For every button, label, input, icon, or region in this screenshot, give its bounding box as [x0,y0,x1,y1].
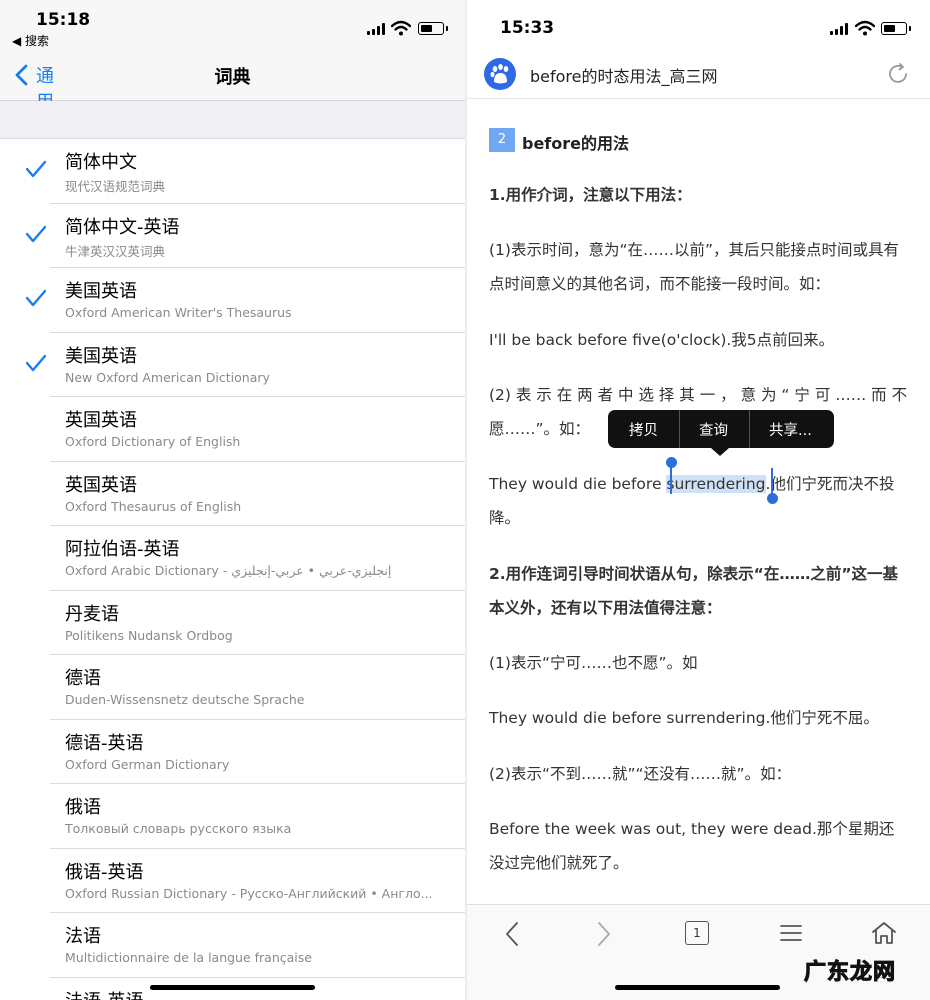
page-title: 词典 [214,67,251,88]
dictionary-source: Oxford American Writer's Thesaurus [65,305,292,320]
dictionary-source: New Oxford American Dictionary [65,369,270,385]
navigation-bar: 15:18 ◀ 搜索 通用 词典 [0,0,465,113]
checkmark-icon [25,225,47,242]
example-text-before: They would die before [489,475,667,493]
checkmark-icon [25,289,47,307]
dictionary-name: 美国英语 [65,345,137,367]
dictionary-row[interactable]: 俄语-英语 Oxford Russian Dictionary - Русско-… [0,849,465,913]
selection-end-line [771,468,773,496]
browser-screen: 15:33 before的时态用法_高三网 2 before的用法 1.用作介词… [467,0,930,1000]
example-sentence-2: They would die before surrendering.他们宁死而… [489,467,908,535]
section-title: before的用法 [522,134,630,153]
selection-start-line [670,466,672,494]
heading-preposition-usage: 1.用作介词，注意以下用法： [489,186,692,204]
home-indicator[interactable] [615,985,780,990]
dictionary-name: 法语 [65,926,101,947]
dictionary-name: 阿拉伯语-英语 [65,539,180,560]
heading-conjunction-usage: 2.用作连词引导时间状语从句，除表示“在……之前”这一基本义外，还有以下用法值得… [489,565,899,617]
dictionary-row[interactable]: 德语 Duden-Wissensnetz deutsche Sprache [0,655,465,720]
checkmark-icon [25,354,47,371]
paragraph-time-usage: (1)表示时间，意为“在……以前”，其后只能接点时间或具有点时间意义的其他名词，… [489,241,900,293]
dictionary-source: Multidictionnaire de la langue française [65,950,312,965]
paragraph-not-yet: (2)表示“不到……就”“还没有……就”。如： [489,765,792,783]
reload-icon[interactable] [886,62,910,86]
lookup-menu-item[interactable]: 查询 [699,419,728,440]
selection-start-handle[interactable] [666,457,677,468]
cellular-signal-icon [830,23,850,35]
example-sentence-4: Before the week was out, they were dead.… [489,820,895,872]
dictionary-source: Duden-Wissensnetz deutsche Sprache [65,692,305,707]
dictionary-name: 英国英语 [65,474,137,496]
dictionary-row[interactable]: 简体中文现代汉语规范词典 [0,139,465,204]
dictionary-source: Oxford Dictionary of English [65,434,241,449]
dictionary-row[interactable]: 美国英语 New Oxford American Dictionary [0,333,465,397]
dictionary-source: Толковый словарь русского языка [65,821,292,836]
tab-count-button[interactable]: 1 [685,921,709,945]
checkmark-icon [25,160,47,178]
cellular-signal-icon [367,23,387,35]
dictionary-name: 美国英语 [65,281,137,302]
dictionary-source: Oxford Arabic Dictionary - إنجليزي-عربي … [65,563,392,578]
watermark: 广东龙网 [803,960,896,986]
section-number-badge: 2 [489,128,515,152]
example-sentence-3: They would die before surrendering.他们宁死不… [489,709,879,727]
dictionary-row[interactable]: 美国英语 Oxford American Writer's Thesaurus [0,268,465,333]
browser-address-bar[interactable]: before的时态用法_高三网 [467,50,930,99]
share-menu-item[interactable]: 共享... [769,419,812,440]
settings-dictionary-screen: 15:18 ◀ 搜索 通用 词典 简体中文现代汉语规范词典简体中文-英语牛津英汉… [0,0,465,1000]
menu-pointer [711,448,729,456]
dictionary-name: 德语 [65,668,101,689]
dictionary-name: 俄语 [65,797,101,818]
status-bar: 15:18 [0,0,465,50]
dictionary-source: Oxford German Dictionary [65,756,230,772]
home-icon[interactable] [871,921,897,945]
copy-menu-item[interactable]: 拷贝 [629,419,658,440]
dictionary-name: 德语-英语 [65,732,144,754]
status-time: 15:33 [500,18,555,38]
status-bar: 15:33 [467,0,930,50]
back-arrow-icon[interactable] [503,921,523,947]
paragraph-rather-than: (1)表示“宁可……也不愿”。如 [489,654,698,672]
dictionary-row[interactable]: 丹麦语 Politikens Nudansk Ordbog [0,591,465,655]
dictionary-name: 俄语-英语 [65,861,144,883]
wifi-icon [855,20,875,36]
dictionary-source: Politikens Nudansk Ordbog [65,627,233,643]
status-time: 15:18 [36,10,91,30]
dictionary-source: Oxford Russian Dictionary - Русско-Англи… [65,885,433,901]
example-sentence-1: I'll be back before five(o'clock).我5点前回来… [489,331,835,349]
menu-icon[interactable] [779,921,803,945]
menu-divider [679,410,680,448]
back-to-search-link[interactable]: ◀ 搜索 [12,32,49,49]
section-spacer [0,101,465,139]
dictionary-name: 简体中文-英语 [65,216,180,238]
dictionary-name: 英国英语 [65,410,137,431]
wifi-icon [391,20,411,36]
dictionary-row[interactable]: 俄语 Толковый словарь русского языка [0,784,465,849]
dictionary-source: 现代汉语规范词典 [65,179,166,194]
battery-icon [418,22,448,35]
dictionary-name: 丹麦语 [65,603,119,625]
selection-end-handle[interactable] [767,493,778,504]
dictionary-row[interactable]: 阿拉伯语-英语 Oxford Arabic Dictionary - إنجليز… [0,526,465,591]
baidu-paw-logo-icon [484,58,516,90]
dictionary-name: 简体中文 [65,152,137,173]
dictionary-source: 牛津英汉汉英词典 [65,243,166,259]
dictionary-source: Oxford Thesaurus of English [65,498,242,514]
selected-word[interactable]: surrendering [666,475,766,493]
dictionary-list: 简体中文现代汉语规范词典简体中文-英语牛津英汉汉英词典美国英语 Oxford Am… [0,139,465,1000]
battery-icon [881,22,911,35]
forward-arrow-icon[interactable] [593,921,613,947]
dictionary-row[interactable]: 英国英语 Oxford Thesaurus of English [0,462,465,526]
home-indicator[interactable] [150,985,315,990]
menu-divider [749,410,750,448]
dictionary-row[interactable]: 简体中文-英语牛津英汉汉英词典 [0,204,465,268]
dictionary-name: 法语-英语 [65,987,144,1000]
text-selection-menu: 拷贝 查询 共享... [608,410,834,456]
paragraph-choice-line-1: (2) 表 示 在 两 者 中 选 择 其 一 ， 意 为 “ 宁 可 …… 而… [489,386,908,404]
dictionary-row[interactable]: 英国英语 Oxford Dictionary of English [0,397,465,462]
dictionary-row[interactable]: 法语 Multidictionnaire de la langue françai… [0,913,465,978]
page-title: before的时态用法_高三网 [530,67,718,86]
dictionary-row[interactable]: 德语-英语 Oxford German Dictionary [0,720,465,784]
